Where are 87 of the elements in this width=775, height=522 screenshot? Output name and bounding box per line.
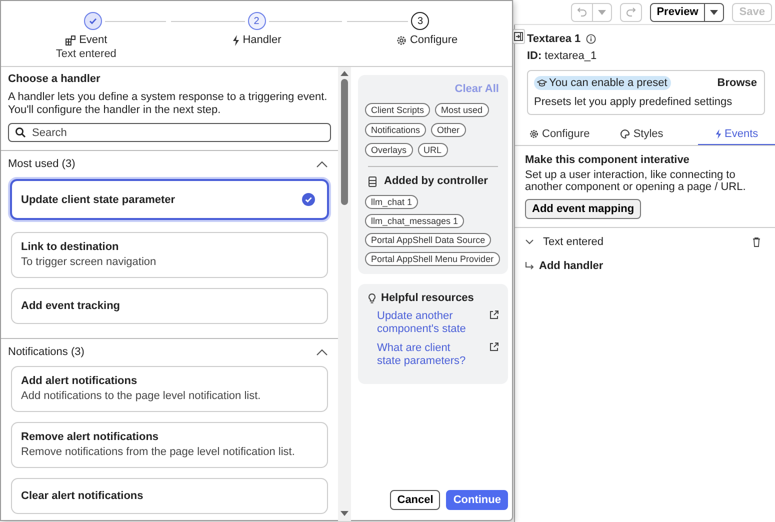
section-title: Choose a handler	[8, 73, 102, 85]
step-indicator[interactable]	[84, 12, 102, 30]
step-connector	[104, 20, 166, 22]
events-heading: Make this component interative	[525, 154, 690, 166]
gear-icon	[396, 34, 407, 46]
continue-button[interactable]: Continue	[446, 490, 508, 510]
search-field[interactable]: Search	[8, 123, 331, 142]
step-indicator[interactable]: 2	[248, 12, 266, 30]
lightbulb-icon	[368, 292, 376, 304]
handler-title: Update client state parameter	[21, 194, 176, 206]
section-description: A handler lets you define a system response to a triggering event. You'll configure the handler in the next step.	[8, 91, 328, 117]
group-header[interactable]: Most used (3)	[1, 151, 338, 174]
handler-description: Add notifications to the page level notification list.	[21, 390, 261, 402]
handler-card[interactable]: Add alert notifications Add notifications to the page level notification list.	[11, 366, 328, 412]
step-connector	[347, 20, 408, 22]
group-header[interactable]: Notifications (3)	[1, 339, 338, 362]
events-description: Set up a user interaction, like connecting to another component or opening a page / URL.	[525, 169, 747, 193]
cancel-button[interactable]: Cancel	[390, 490, 440, 510]
handler-title: Link to destination	[21, 241, 120, 253]
filter-chip[interactable]: llm_chat_messages 1	[365, 214, 464, 228]
check-circle-icon	[302, 193, 315, 206]
add-handler-button[interactable]: Add handler	[525, 260, 761, 272]
filter-chip[interactable]: llm_chat 1	[365, 195, 418, 209]
filter-chip[interactable]: Portal AppShell Menu Provider	[365, 252, 500, 266]
lightning-icon	[232, 34, 240, 46]
tab[interactable]: Events	[698, 121, 775, 145]
database-icon	[368, 176, 377, 186]
step-sublabel: Text entered	[56, 48, 116, 60]
tab[interactable]: Configure	[515, 121, 606, 145]
external-link-icon	[489, 310, 499, 320]
tab[interactable]: Styles	[606, 121, 698, 145]
palette-icon	[620, 129, 630, 139]
component-title: Textarea 1	[527, 33, 581, 45]
filter-chip[interactable]: Overlays	[365, 143, 413, 157]
step-indicator[interactable]: 3	[411, 12, 430, 30]
id-label: ID:	[527, 50, 542, 62]
external-link-icon	[489, 342, 499, 352]
filter-chip[interactable]: Portal AppShell Data Source	[365, 233, 492, 247]
step-label: Event	[79, 34, 108, 46]
browse-link[interactable]: Browse	[717, 77, 757, 89]
undo-icon	[576, 7, 587, 17]
handler-description: To trigger screen navigation	[21, 256, 156, 268]
resources-title: Helpful resources	[381, 292, 474, 304]
handler-title: Add alert notifications	[21, 375, 138, 387]
filter-chip[interactable]: Most used	[435, 103, 489, 117]
return-arrow-icon	[525, 262, 535, 270]
event-row[interactable]: Text entered	[525, 236, 761, 248]
handler-card[interactable]: Update client state parameter	[10, 179, 329, 220]
resource-link[interactable]: What are client state parameters?	[377, 342, 477, 368]
filter-chip[interactable]: Client Scripts	[365, 103, 430, 117]
group-title: Most used (3)	[8, 158, 76, 170]
preset-description: Presets let you apply predefined settings	[534, 96, 734, 108]
trash-icon[interactable]	[752, 237, 761, 247]
handler-title: Clear alert notifications	[21, 490, 144, 502]
search-icon	[15, 127, 26, 138]
preview-button[interactable]: Preview	[650, 4, 706, 20]
filter-chip[interactable]: URL	[418, 143, 448, 157]
handler-card[interactable]: Remove alert notifications Remove notifications from the page level notification list.	[11, 422, 328, 468]
group-title: Notifications (3)	[8, 346, 84, 358]
handler-card[interactable]: Add event tracking	[11, 288, 328, 324]
add-event-mapping-button[interactable]: Add event mapping	[525, 199, 642, 219]
handler-description: Remove notifications from the page level notification list.	[21, 446, 295, 458]
lightning-icon	[714, 129, 722, 139]
handler-card[interactable]: Clear alert notifications	[11, 478, 328, 514]
caret-icon	[598, 10, 606, 14]
component-icon	[65, 34, 76, 46]
info-icon[interactable]	[586, 34, 596, 44]
handler-title: Remove alert notifications	[21, 431, 160, 443]
preset-badge-text: You can enable a preset	[549, 77, 668, 89]
check-icon	[88, 16, 98, 26]
scrollbar-drawing[interactable]	[338, 67, 351, 521]
filter-chip[interactable]: Notifications	[365, 123, 426, 137]
graduation-cap-icon	[537, 79, 547, 87]
event-label: Text entered	[543, 236, 605, 248]
handler-title: Add event tracking	[21, 300, 120, 312]
caret-icon	[710, 10, 718, 14]
controller-section-title: Added by controller	[384, 175, 488, 187]
handler-card[interactable]: Link to destination To trigger screen navigation	[11, 232, 328, 278]
filter-chip[interactable]: Other	[431, 123, 466, 137]
collapse-panel-button[interactable]	[512, 29, 525, 44]
redo-icon	[626, 7, 636, 17]
step-label: Configure	[410, 34, 458, 46]
resource-link[interactable]: Update another component's state	[377, 310, 477, 336]
gear-icon	[529, 129, 539, 139]
collapse-panel-icon	[514, 32, 523, 41]
step-label: Handler	[242, 34, 282, 46]
id-value: textarea_1	[544, 50, 597, 62]
